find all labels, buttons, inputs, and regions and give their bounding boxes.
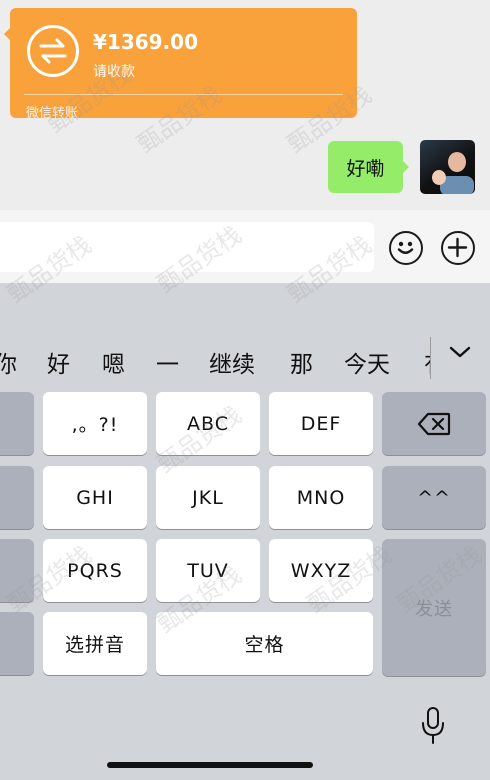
transfer-divider xyxy=(24,94,343,95)
transfer-type-label: 微信转账 xyxy=(26,106,79,121)
candidate-word[interactable]: 继续 xyxy=(209,345,255,379)
candidate-word[interactable]: 今天 xyxy=(344,345,390,379)
candidate-word[interactable]: 一 xyxy=(156,345,179,379)
microphone-icon[interactable] xyxy=(420,706,446,750)
punctuation-key[interactable]: ,。?! xyxy=(43,392,147,455)
candidate-word[interactable]: 你 xyxy=(0,345,17,379)
mno-key[interactable]: MNO xyxy=(269,466,373,529)
plus-icon[interactable] xyxy=(441,231,475,265)
message-input[interactable] xyxy=(0,222,374,272)
candidate-word[interactable]: 嗯 xyxy=(102,345,125,379)
input-bar xyxy=(0,210,490,283)
ghi-key[interactable]: GHI xyxy=(43,466,147,529)
left-column-key[interactable] xyxy=(0,392,34,455)
avatar[interactable] xyxy=(420,140,475,194)
backspace-key[interactable] xyxy=(382,392,486,455)
chevron-down-icon[interactable] xyxy=(448,344,472,364)
abc-key[interactable]: ABC xyxy=(156,392,260,455)
left-column-key[interactable] xyxy=(0,612,34,675)
emoji-icon[interactable] xyxy=(389,231,423,265)
my-message-bubble[interactable]: 好嘞 xyxy=(328,141,409,193)
candidate-word[interactable]: 那 xyxy=(290,345,313,379)
transfer-status: 请收款 xyxy=(93,64,135,80)
pqrs-key[interactable]: PQRS xyxy=(43,539,147,602)
transfer-arrows-icon xyxy=(27,25,79,77)
chat-area: ¥1369.00 请收款 微信转账 好嘞 xyxy=(0,0,490,210)
candidate-bar: 你 好 嗯 一 继续 那 今天 有 xyxy=(0,335,490,385)
def-key[interactable]: DEF xyxy=(269,392,373,455)
jkl-key[interactable]: JKL xyxy=(156,466,260,529)
left-column-key[interactable] xyxy=(0,539,34,602)
space-key[interactable]: 空格 xyxy=(156,612,373,675)
transfer-amount: ¥1369.00 xyxy=(93,30,199,54)
home-indicator xyxy=(107,762,313,768)
wxyz-key[interactable]: WXYZ xyxy=(269,539,373,602)
backspace-icon xyxy=(417,412,451,435)
emoticon-key[interactable]: ^^ xyxy=(382,466,486,529)
candidate-word[interactable]: 好 xyxy=(47,345,70,379)
transfer-card[interactable]: ¥1369.00 请收款 微信转账 xyxy=(4,8,357,121)
send-button[interactable]: 发送 xyxy=(382,539,486,676)
select-pinyin-key[interactable]: 选拼音 xyxy=(43,612,147,675)
candidate-divider xyxy=(430,337,431,379)
tuv-key[interactable]: TUV xyxy=(156,539,260,602)
left-column-key[interactable]: ' xyxy=(0,466,34,529)
